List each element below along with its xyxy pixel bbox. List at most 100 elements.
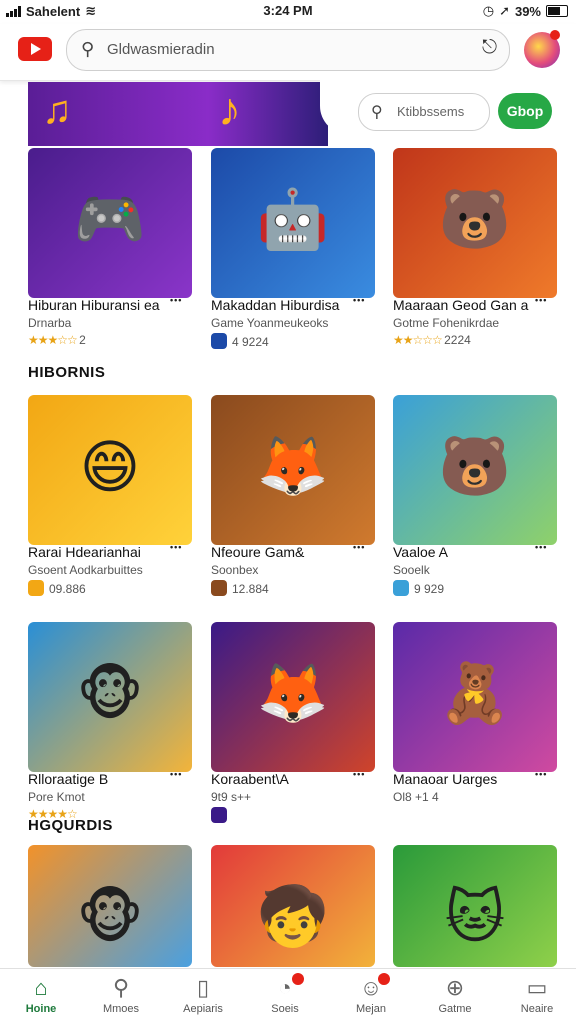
game-art: 🧸	[438, 661, 512, 726]
nav-item-aepiaris[interactable]: ▯ Aepiaris	[162, 969, 244, 1025]
chat-icon: ◔	[278, 975, 292, 1000]
app-logo[interactable]	[18, 37, 52, 61]
hero-search-input[interactable]: ⚲ Ktibbssems	[358, 93, 490, 131]
status-bar: Sahelent ≋ 3:24 PM ◷ ➚ 39%	[0, 0, 576, 22]
game-tile-puzzle-bot[interactable]: 🤖	[211, 148, 375, 298]
game-title[interactable]: Makaddan Hiburdisa	[211, 297, 339, 313]
game-icon: ⊕	[445, 975, 465, 1000]
nav-item-hoine[interactable]: ⌂ Hoine	[0, 969, 82, 1025]
game-tile-bear-gamer[interactable]: 🐻	[393, 148, 557, 298]
game-title[interactable]: Koraabent\A	[211, 771, 289, 787]
game-art: 🐵	[76, 885, 144, 950]
profile-icon: ☺	[359, 975, 383, 1000]
game-art: 🦊	[256, 434, 330, 499]
avatar-badge	[550, 30, 560, 40]
search-icon: ⚲	[112, 975, 130, 1000]
phone-icon: ▯	[196, 975, 210, 1000]
notification-bell-icon[interactable]: ⎋	[482, 37, 497, 59]
meta-value: 2224	[444, 333, 471, 347]
nav-label: Soeis	[271, 1003, 299, 1015]
fox-icon	[211, 807, 227, 823]
meta-value: 2	[79, 333, 86, 347]
game-subtitle: Ol8 +1 4	[393, 790, 439, 804]
location-icon: ➚	[499, 3, 510, 18]
game-tile-fox-runner[interactable]: 🦊	[211, 395, 375, 545]
more-options-icon[interactable]: •••	[170, 295, 182, 305]
game-art: 😄	[79, 435, 141, 500]
game-subtitle: Drnarba	[28, 316, 72, 330]
fox-icon	[211, 580, 227, 596]
game-tile-wild-kid[interactable]: 🧒	[211, 845, 375, 967]
battery-percent: 39%	[514, 3, 541, 19]
search-input[interactable]: ⚲ Gldwasmieradin ⎋	[66, 29, 510, 71]
nav-label: Aepiaris	[183, 1003, 223, 1015]
game-tile-heark-hondes[interactable]: 🐻	[393, 395, 557, 545]
game-title[interactable]: Rarai Hdearianhai	[28, 544, 141, 560]
game-meta: ★★★☆☆ 2	[28, 333, 86, 347]
blob-icon	[28, 580, 44, 596]
section-heading: HIBORNIS	[28, 364, 106, 381]
game-tile-ponsk-hiardias[interactable]: 🐵	[28, 622, 192, 772]
game-tile-jimbh-helitans[interactable]: 🦊	[211, 622, 375, 772]
hero-banner: ♫ ♪ ⚲ Ktibbssems Gbop	[28, 80, 576, 152]
game-title[interactable]: Rlloraatige B	[28, 771, 108, 787]
game-subtitle: Gotme Fohenikrdae	[393, 316, 500, 330]
game-subtitle: Gsoent Aodkarbuittes	[28, 563, 143, 577]
game-tile-aucorlbs[interactable]: 🧸	[393, 622, 557, 772]
meta-value: 9 929	[414, 582, 445, 596]
game-title[interactable]: Manaoar Uarges	[393, 771, 497, 787]
hero-search-text: Ktibbssems	[397, 104, 465, 119]
game-tile-game-controller[interactable]: 🎮	[28, 148, 192, 298]
game-art: 🤖	[256, 187, 330, 252]
game-art: 🐵	[76, 662, 144, 727]
nav-item-mmoes[interactable]: ⚲ Mmoes	[80, 969, 162, 1025]
game-subtitle: Soonbex	[211, 563, 259, 577]
meta-value: 09.886	[49, 582, 86, 596]
game-title[interactable]: Vaaloe A	[393, 544, 448, 560]
notification-badge	[378, 973, 390, 985]
home-icon: ⌂	[34, 975, 48, 1000]
music-note-icon: ♫	[42, 88, 72, 132]
game-subtitle: 9t9 s++	[211, 790, 252, 804]
game-tile-monkey-gamer[interactable]: 🐵	[28, 845, 192, 967]
game-title[interactable]: Nfeoure Gam&	[211, 544, 304, 560]
nav-label: Mmoes	[102, 1003, 140, 1015]
nav-item-mejan[interactable]: ☺ Mejan	[330, 969, 412, 1025]
search-icon: ⚲	[81, 39, 95, 59]
rating-stars: ★★☆☆☆	[393, 333, 445, 347]
more-options-icon[interactable]: •••	[353, 769, 365, 779]
game-art: 🐻	[438, 187, 512, 252]
game-tile-happy-blob[interactable]: 😄	[28, 395, 192, 545]
search-icon: ⚲	[371, 104, 383, 121]
game-subtitle: Pore Kmot	[28, 790, 85, 804]
shop-button[interactable]: Gbop	[498, 93, 552, 129]
more-options-icon[interactable]: •••	[353, 542, 365, 552]
music-note-icon: ♪	[218, 83, 241, 135]
bottom-nav: ⌂ Hoine ⚲ Mmoes ▯ Aepiaris ◔ Soeis ☺ Mejan ⊕ Gatme ▭…	[0, 968, 576, 1025]
more-options-icon[interactable]: •••	[170, 542, 182, 552]
game-art: 🐻	[438, 434, 512, 499]
rating-stars: ★★★☆☆	[28, 333, 80, 347]
nav-item-soeis[interactable]: ◔ Soeis	[244, 969, 326, 1025]
library-icon: ▭	[526, 975, 548, 1000]
robot-icon	[211, 333, 227, 349]
game-subtitle: Sooelk	[393, 563, 430, 577]
more-options-icon[interactable]: •••	[535, 542, 547, 552]
nav-label: Hoine	[25, 1003, 57, 1015]
meta-value: 12.884	[232, 582, 269, 596]
more-options-icon[interactable]: •••	[535, 295, 547, 305]
battery-icon	[546, 5, 568, 17]
nav-item-gatme[interactable]: ⊕ Gatme	[414, 969, 496, 1025]
game-title[interactable]: Maaraan Geod Gan a	[393, 297, 528, 313]
nav-item-neaire[interactable]: ▭ Neaire	[496, 969, 576, 1025]
game-title[interactable]: Hiburan Hiburansi ea	[28, 297, 160, 313]
nav-label: Gatme	[438, 1003, 472, 1015]
game-subtitle: Game Yoanmeukeoks	[211, 316, 329, 330]
more-options-icon[interactable]: •••	[535, 769, 547, 779]
game-art: 🐱	[444, 885, 506, 950]
search-query: Gldwasmieradin	[107, 41, 215, 58]
more-options-icon[interactable]: •••	[353, 295, 365, 305]
game-tile-orange-cat[interactable]: 🐱	[393, 845, 557, 967]
more-options-icon[interactable]: •••	[170, 769, 182, 779]
game-meta: 4 9224	[211, 333, 269, 349]
